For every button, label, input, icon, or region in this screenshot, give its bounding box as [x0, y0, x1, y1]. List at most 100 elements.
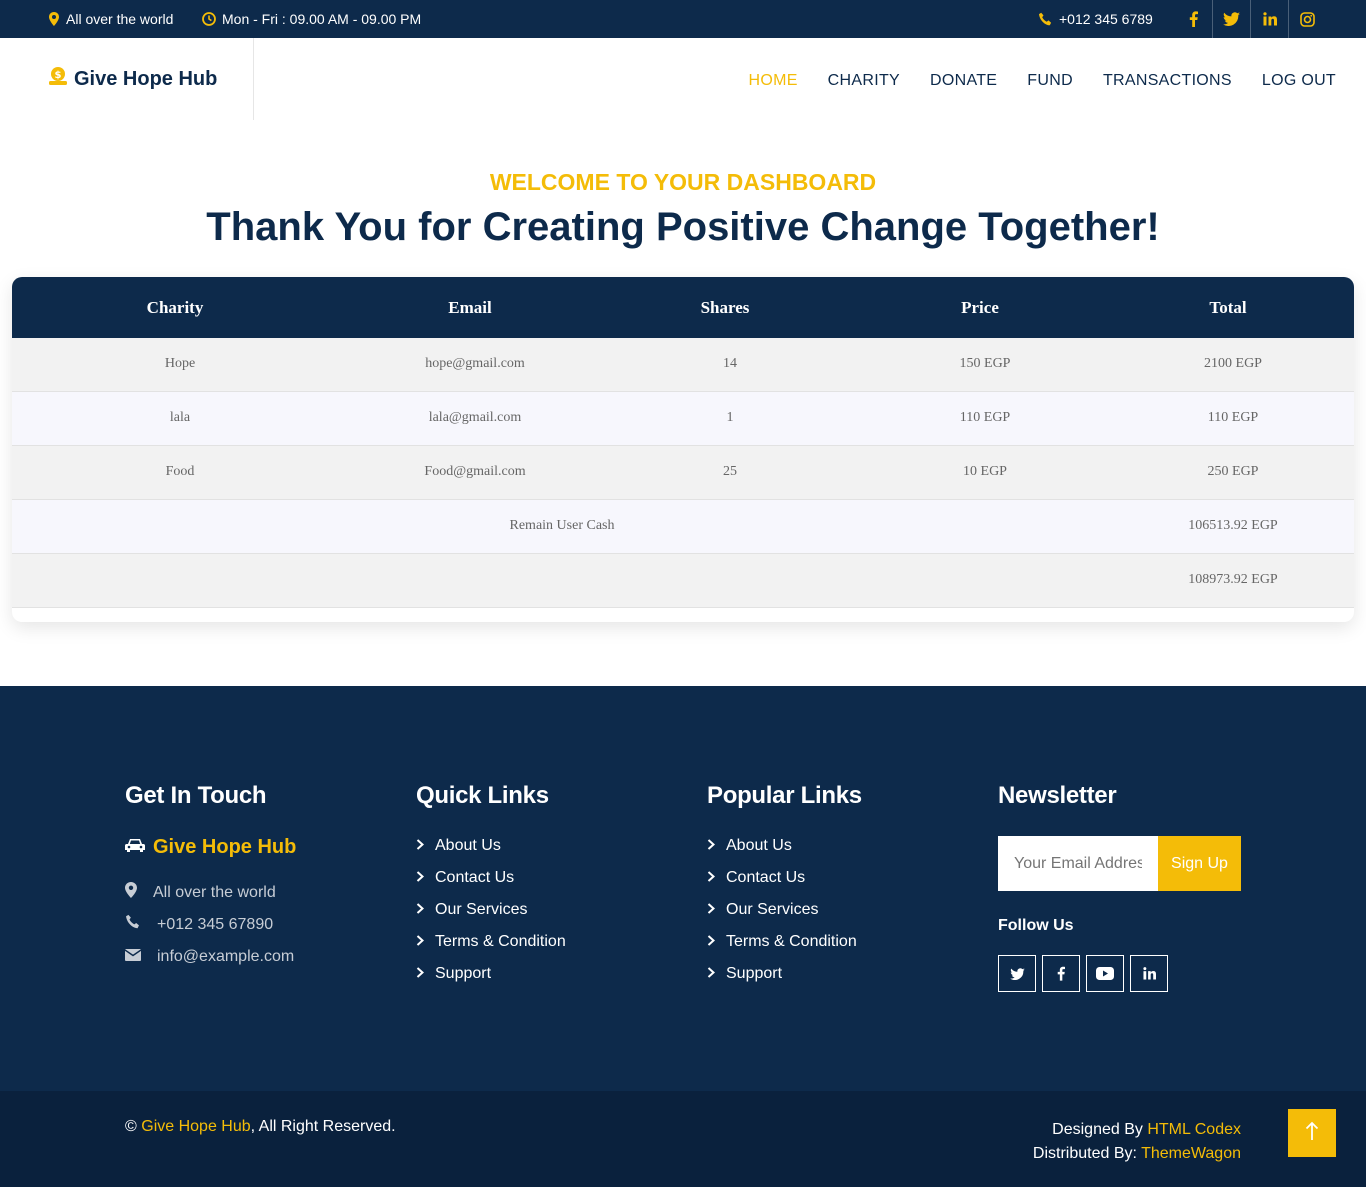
map-marker-icon: [48, 12, 60, 26]
chevron-right-icon: [707, 869, 715, 887]
popular-link[interactable]: About Us: [707, 836, 862, 855]
cell-price: 110 EGP: [959, 410, 1011, 425]
header-shares: Shares: [700, 298, 750, 317]
follow-us-label: Follow Us: [998, 917, 1074, 934]
nav-logout[interactable]: LOG OUT: [1262, 72, 1336, 90]
quick-link-label: Support: [435, 964, 492, 982]
footer-popular-links: Popular Links About Us Contact Us Our Se…: [707, 782, 862, 996]
footer-newsletter: Newsletter Sign Up Follow Us: [998, 782, 1241, 992]
copyright-suffix: , All Right Reserved.: [250, 1118, 396, 1135]
chevron-right-icon: [416, 901, 424, 919]
table-header: Charity Email Shares Price Total: [12, 277, 1354, 338]
copyright-symbol: ©: [125, 1118, 137, 1135]
cell-total: 250 EGP: [1207, 464, 1259, 479]
car-icon: [125, 836, 145, 859]
coin-hand-icon: $: [48, 66, 68, 92]
twitter-icon[interactable]: [998, 955, 1036, 992]
chevron-right-icon: [707, 965, 715, 983]
facebook-icon[interactable]: [1174, 0, 1212, 38]
newsletter-email-input[interactable]: [998, 836, 1158, 891]
transactions-table: Charity Email Shares Price Total Hope ho…: [12, 277, 1354, 622]
quick-link[interactable]: Terms & Condition: [416, 932, 566, 951]
linkedin-icon[interactable]: [1250, 0, 1288, 38]
popular-link-label: Terms & Condition: [726, 932, 857, 950]
popular-link[interactable]: Support: [707, 964, 862, 983]
brand-logo[interactable]: $ Give Hope Hub: [48, 66, 217, 92]
nav-home[interactable]: HOME: [748, 72, 797, 90]
designed-by-line: Designed By HTML Codex: [1033, 1118, 1241, 1142]
popular-link[interactable]: Our Services: [707, 900, 862, 919]
quick-link-label: About Us: [435, 836, 501, 854]
footer-quick-links: Quick Links About Us Contact Us Our Serv…: [416, 782, 566, 996]
footer: Get In Touch Give Hope Hub All over the …: [0, 686, 1366, 1091]
arrow-up-icon: [1305, 1121, 1319, 1146]
get-in-touch-heading: Get In Touch: [125, 782, 267, 809]
footer-email-text[interactable]: info@example.com: [157, 948, 294, 966]
facebook-icon[interactable]: [1042, 955, 1080, 992]
designed-by-label: Designed By: [1052, 1121, 1143, 1138]
phone-icon: [1038, 12, 1053, 27]
copyright-text: © Give Hope Hub, All Right Reserved.: [125, 1118, 396, 1136]
header-charity: Charity: [146, 298, 204, 317]
quick-link[interactable]: Contact Us: [416, 868, 566, 887]
header-total: Total: [1209, 298, 1247, 317]
chevron-right-icon: [416, 869, 424, 887]
cell-email: hope@gmail.com: [425, 356, 525, 371]
clock-icon: [202, 12, 216, 26]
footer-address: All over the world: [125, 882, 296, 903]
popular-links-heading: Popular Links: [707, 782, 862, 809]
brand-name: Give Hope Hub: [74, 67, 218, 90]
chevron-right-icon: [416, 837, 424, 855]
chevron-right-icon: [416, 933, 424, 951]
newsletter-form: Sign Up: [998, 836, 1241, 891]
copyright-bar: © Give Hope Hub, All Right Reserved. Des…: [0, 1091, 1366, 1187]
cell-email: lala@gmail.com: [428, 410, 522, 425]
remain-cash-value: 106513.92 EGP: [1188, 518, 1278, 533]
chevron-right-icon: [707, 933, 715, 951]
copyright-brand-link[interactable]: Give Hope Hub: [141, 1118, 250, 1135]
table-row: lala lala@gmail.com 1 110 EGP 110 EGP: [12, 392, 1354, 446]
footer-phone-text: +012 345 67890: [157, 915, 274, 933]
cell-total: 2100 EGP: [1204, 356, 1262, 371]
page-title: Thank You for Creating Positive Change T…: [206, 205, 1160, 249]
quick-link-label: Terms & Condition: [435, 932, 566, 950]
popular-link[interactable]: Terms & Condition: [707, 932, 862, 951]
cell-charity: lala: [169, 410, 191, 425]
twitter-icon[interactable]: [1212, 0, 1250, 38]
quick-link[interactable]: About Us: [416, 836, 566, 855]
designer-link[interactable]: HTML Codex: [1147, 1121, 1241, 1138]
map-marker-icon: [125, 882, 137, 903]
cell-price: 10 EGP: [963, 464, 1007, 479]
nav-charity[interactable]: CHARITY: [828, 72, 900, 90]
top-bar: All over the world Mon - Fri : 09.00 AM …: [0, 0, 1366, 38]
quick-link[interactable]: Our Services: [416, 900, 566, 919]
phone-text: +012 345 6789: [1059, 11, 1153, 27]
remain-cash-row: Remain User Cash 106513.92 EGP: [12, 500, 1354, 554]
signup-button[interactable]: Sign Up: [1158, 836, 1241, 891]
footer-get-in-touch: Get In Touch Give Hope Hub All over the …: [124, 782, 296, 979]
nav-menu: HOME CHARITY DONATE FUND TRANSACTIONS LO…: [748, 72, 1336, 90]
nav-donate[interactable]: DONATE: [930, 72, 997, 90]
quick-link[interactable]: Support: [416, 964, 566, 983]
dashboard-subtitle: WELCOME TO YOUR DASHBOARD: [489, 169, 877, 195]
brand-divider: [253, 38, 254, 120]
instagram-icon[interactable]: [1288, 0, 1326, 38]
linkedin-icon[interactable]: [1130, 955, 1168, 992]
distributor-link[interactable]: ThemeWagon: [1141, 1145, 1241, 1162]
footer-address-text: All over the world: [153, 883, 276, 901]
chevron-right-icon: [707, 837, 715, 855]
credits: Designed By HTML Codex Distributed By: T…: [1033, 1118, 1241, 1166]
header-email: Email: [448, 298, 492, 317]
nav-transactions[interactable]: TRANSACTIONS: [1103, 72, 1232, 90]
footer-social-links: [998, 955, 1241, 992]
envelope-icon: [124, 948, 142, 966]
svg-text:$: $: [55, 70, 62, 81]
nav-fund[interactable]: FUND: [1027, 72, 1073, 90]
popular-link[interactable]: Contact Us: [707, 868, 862, 887]
back-to-top-button[interactable]: [1288, 1109, 1336, 1157]
cell-charity: Food: [165, 464, 195, 479]
quick-links-heading: Quick Links: [416, 782, 549, 809]
youtube-icon[interactable]: [1086, 955, 1124, 992]
chevron-right-icon: [707, 901, 715, 919]
cell-shares: 14: [723, 356, 737, 371]
